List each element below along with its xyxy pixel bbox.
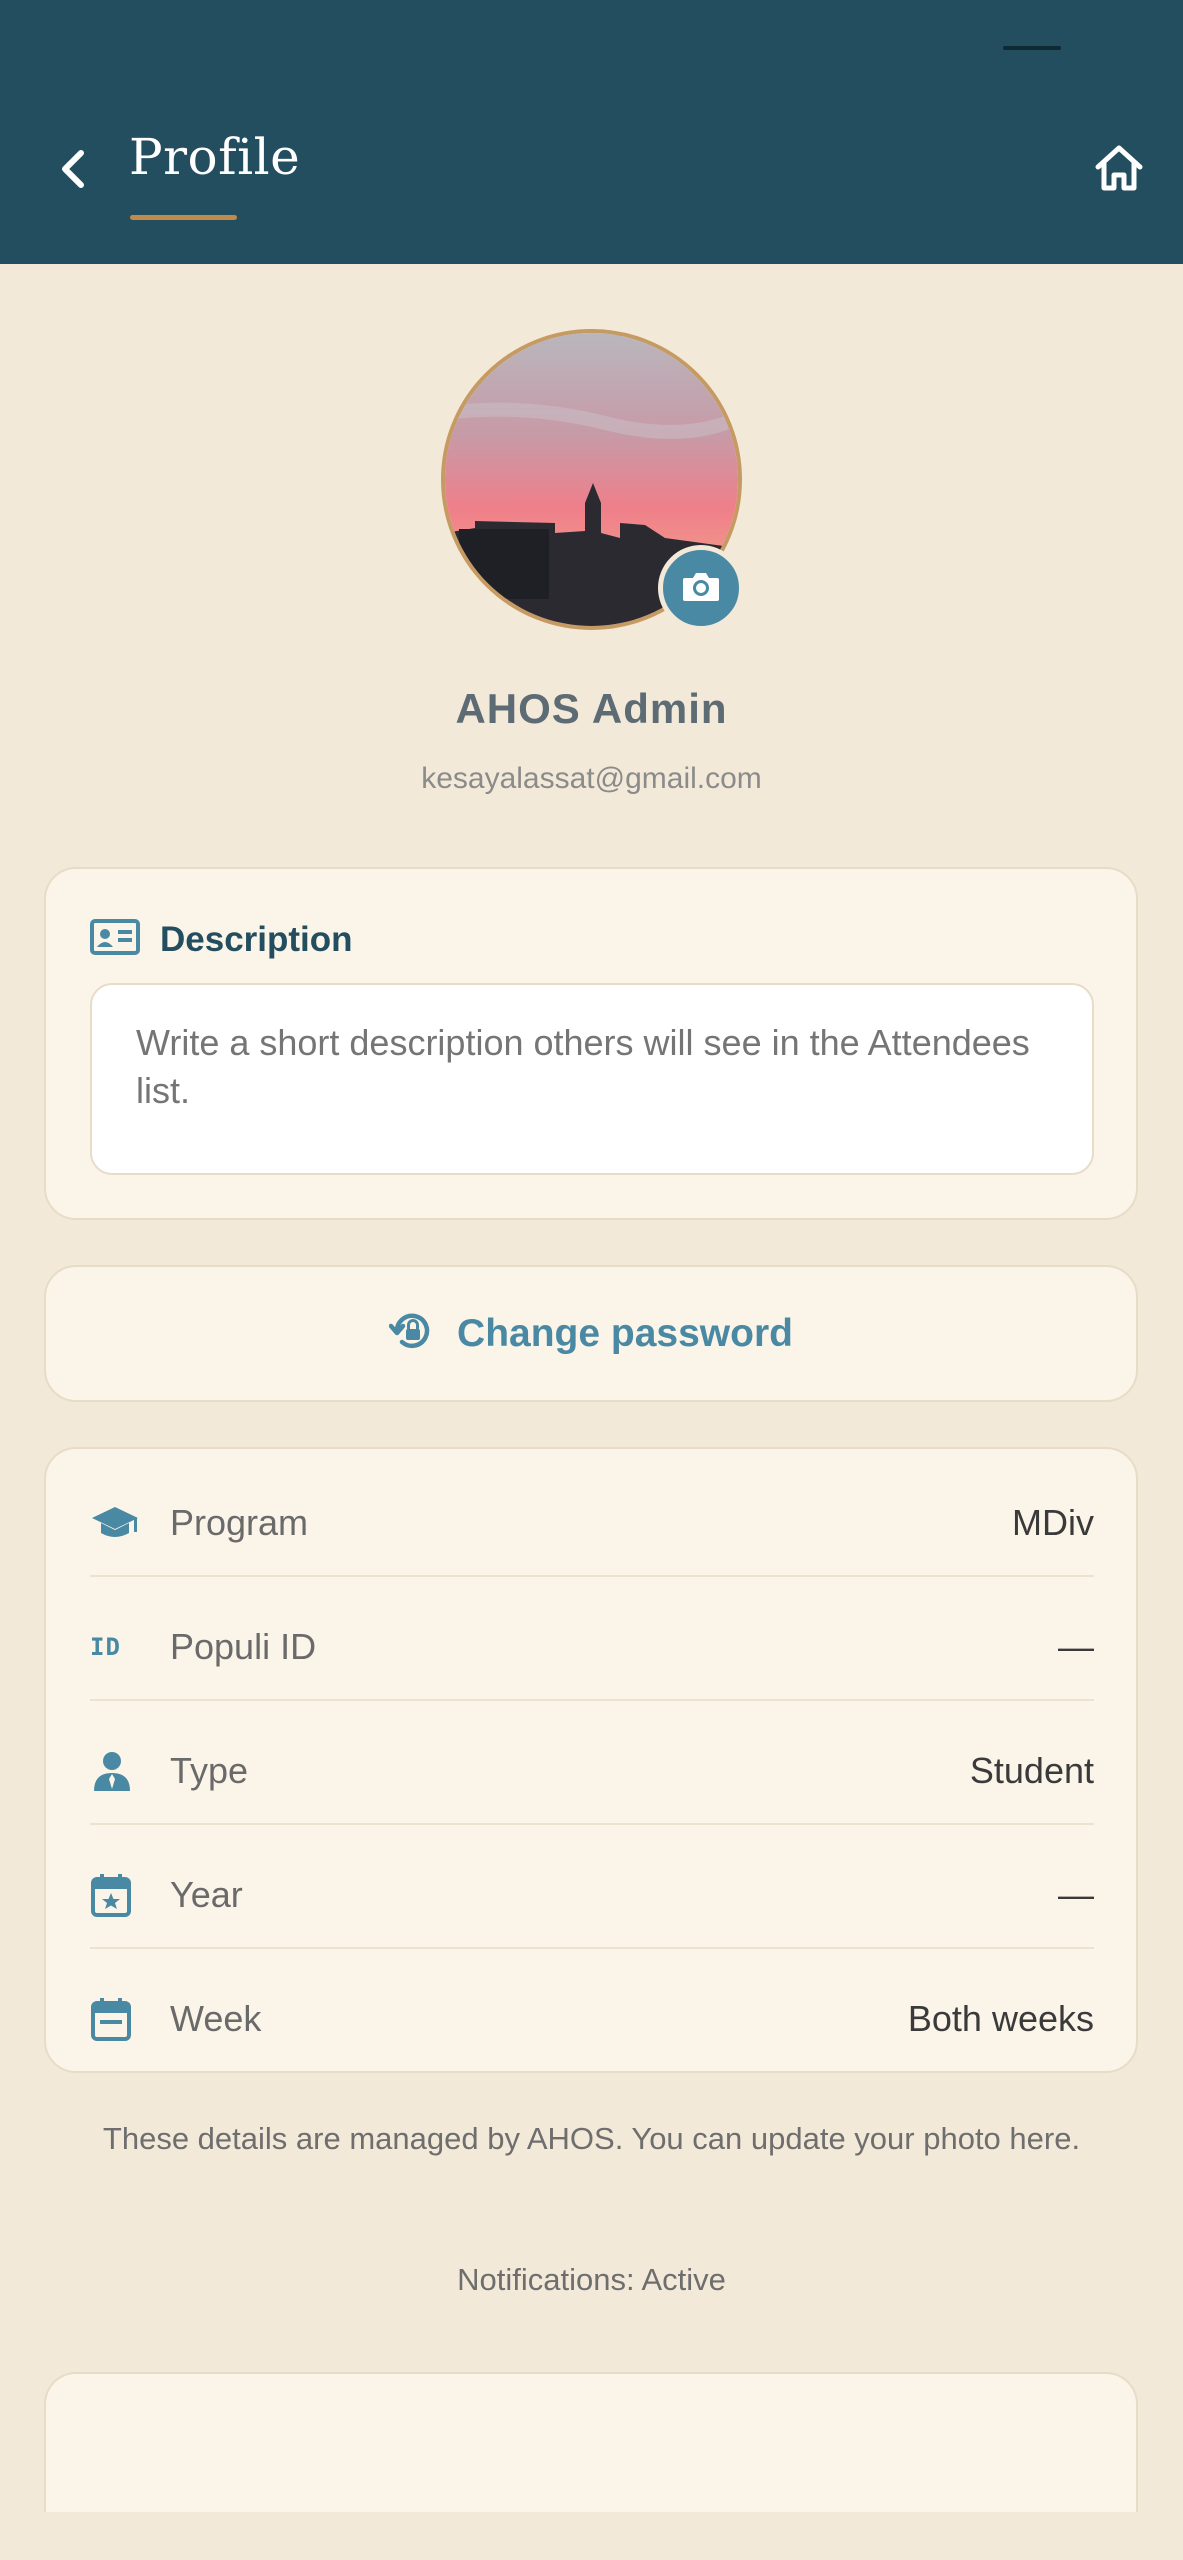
description-input[interactable] bbox=[90, 983, 1094, 1175]
detail-value: — bbox=[1058, 1626, 1094, 1667]
id-icon: ID bbox=[90, 1633, 121, 1661]
calendar-star-icon bbox=[90, 1865, 150, 1925]
description-card: Description bbox=[44, 867, 1138, 1220]
id-card-icon bbox=[90, 919, 140, 960]
description-header: Description bbox=[90, 919, 353, 960]
detail-row-week: Week Both weeks bbox=[90, 1957, 1094, 2081]
detail-value: Both weeks bbox=[907, 1998, 1094, 2039]
detail-label: Program bbox=[170, 1502, 309, 1543]
status-indicator bbox=[1003, 46, 1061, 50]
detail-row-program: Program MDiv bbox=[90, 1461, 1094, 1585]
divider bbox=[90, 1575, 1094, 1577]
change-password-label: Change password bbox=[457, 1311, 793, 1355]
detail-row-year: Year — bbox=[90, 1833, 1094, 1957]
change-password-content: Change password bbox=[46, 1267, 1136, 1400]
detail-label: Type bbox=[170, 1750, 249, 1791]
detail-label: Populi ID bbox=[170, 1626, 317, 1667]
calendar-icon bbox=[90, 1989, 150, 2049]
detail-value: Student bbox=[969, 1750, 1094, 1791]
page-title: Profile bbox=[129, 128, 301, 186]
title-underline bbox=[130, 215, 237, 220]
user-tie-icon bbox=[90, 1741, 150, 1801]
change-password-button[interactable]: Change password bbox=[44, 1265, 1138, 1402]
change-photo-button[interactable] bbox=[658, 545, 744, 631]
description-title: Description bbox=[160, 919, 353, 959]
divider bbox=[90, 1699, 1094, 1701]
camera-icon bbox=[681, 569, 721, 608]
profile-email: kesayalassat@gmail.com bbox=[421, 762, 762, 795]
status-bar bbox=[0, 0, 1183, 100]
home-button[interactable] bbox=[1090, 140, 1148, 200]
top-app-bar: Profile bbox=[0, 0, 1183, 264]
notifications-status: Notifications: Active bbox=[457, 2262, 726, 2297]
back-button[interactable] bbox=[48, 138, 98, 204]
detail-row-type: Type Student bbox=[90, 1709, 1094, 1833]
profile-name: AHOS Admin bbox=[455, 685, 728, 732]
chevron-left-icon bbox=[57, 147, 89, 196]
detail-value: — bbox=[1058, 1874, 1094, 1915]
graduation-cap-icon bbox=[90, 1493, 150, 1553]
detail-label: Week bbox=[170, 1998, 262, 2039]
home-icon bbox=[1093, 143, 1145, 198]
next-card bbox=[44, 2372, 1138, 2512]
detail-value: MDiv bbox=[1012, 1502, 1094, 1543]
detail-label: Year bbox=[170, 1874, 243, 1915]
managed-by-note: These details are managed by AHOS. You c… bbox=[102, 2121, 1081, 2156]
detail-row-populi-id: ID Populi ID — bbox=[90, 1585, 1094, 1709]
divider bbox=[90, 1823, 1094, 1825]
details-card: Program MDiv ID Populi ID — Type Student… bbox=[44, 1447, 1138, 2073]
lock-reset-icon bbox=[388, 1310, 435, 1357]
divider bbox=[90, 1947, 1094, 1949]
